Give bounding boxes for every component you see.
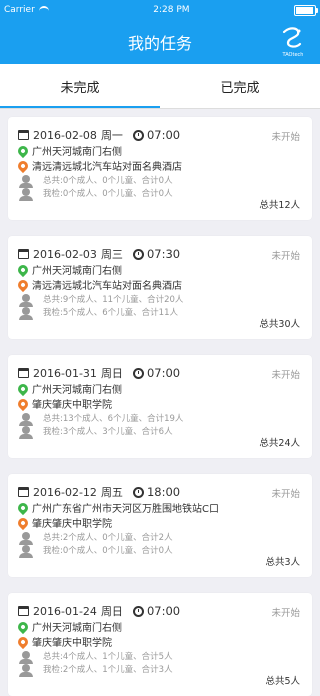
clock-icon [132, 367, 144, 379]
destination-location: 清远清远城北汽车站对面名典酒店 [32, 162, 182, 173]
people-icon [19, 175, 33, 201]
clock-icon [132, 248, 144, 260]
destination-location: 肇庆肇庆中职学院 [32, 400, 112, 411]
task-date: 2016-01-24 [33, 604, 97, 618]
status-badge: 未开始 [271, 489, 300, 500]
pickup-location-icon [15, 381, 31, 396]
destination-location-icon [15, 396, 31, 411]
task-card[interactable]: 2016-01-31 周日 07:00 未开始 广州天河城南门右侧 肇庆肇庆中职… [8, 355, 312, 458]
task-time: 18:00 [146, 485, 181, 499]
clock-icon [132, 486, 144, 498]
pickup-location-icon [15, 143, 31, 158]
battery-icon [293, 4, 318, 16]
calendar-icon [18, 130, 29, 140]
pickup-location-icon [15, 500, 31, 515]
status-badge: 未开始 [271, 251, 300, 262]
total-count-line: 总共:4个成人、1个儿童、合计5人 [43, 652, 173, 662]
tab-completed[interactable]: 已完成 [160, 64, 320, 108]
tab-incomplete[interactable]: 未完成 [0, 64, 160, 108]
task-date: 2016-02-03 [33, 247, 97, 261]
task-card[interactable]: 2016-02-08 周一 07:00 未开始 广州天河城南门右侧 清远清远城北… [8, 117, 312, 220]
destination-location-icon [15, 158, 31, 173]
task-date: 2016-01-31 [33, 366, 97, 380]
task-weekday: 周三 [100, 248, 123, 261]
page-title: 我的任务 [127, 34, 192, 53]
total-people: 总共3人 [265, 557, 300, 568]
clock-icon [132, 605, 144, 617]
total-count-line: 总共:9个成人、11个儿童、合计20人 [43, 295, 184, 305]
task-card[interactable]: 2016-01-24 周日 07:00 未开始 广州天河城南门右侧 肇庆肇庆中职… [8, 593, 312, 696]
carrier-label: Carrier [4, 5, 35, 15]
task-time: 07:00 [146, 366, 181, 380]
people-icon [19, 651, 33, 677]
task-card[interactable]: 2016-02-03 周三 07:30 未开始 广州天河城南门右侧 清远清远城北… [8, 236, 312, 339]
logo-icon[interactable]: TAOtech [278, 26, 308, 58]
calendar-icon [18, 606, 29, 616]
task-weekday: 周五 [100, 486, 123, 499]
pickup-location: 广州天河城南门右侧 [32, 385, 122, 396]
task-tabs: 未完成 已完成 [0, 64, 320, 109]
total-people: 总共12人 [259, 200, 300, 211]
destination-location-icon [15, 277, 31, 292]
destination-location: 清远清远城北汽车站对面名典酒店 [32, 281, 182, 292]
total-people: 总共5人 [265, 676, 300, 687]
total-people: 总共30人 [259, 319, 300, 330]
pickup-location: 广州天河城南门右侧 [32, 147, 122, 158]
status-badge: 未开始 [271, 370, 300, 381]
task-card[interactable]: 2016-02-12 周五 18:00 未开始 广州广东省广州市天河区万胜围地铁… [8, 474, 312, 577]
total-count-line: 总共:0个成人、0个儿童、合计0人 [43, 176, 173, 186]
pickup-location-icon [15, 262, 31, 277]
task-time: 07:00 [146, 128, 181, 142]
wifi-icon [38, 5, 49, 15]
task-list: 2016-02-08 周一 07:00 未开始 广州天河城南门右侧 清远清远城北… [0, 109, 320, 696]
task-weekday: 周一 [100, 129, 123, 142]
total-people: 总共24人 [259, 438, 300, 449]
checked-count-line: 我检:0个成人、0个儿童、合计0人 [43, 189, 173, 199]
task-weekday: 周日 [100, 605, 123, 618]
pickup-location: 广州天河城南门右侧 [32, 266, 122, 277]
task-date: 2016-02-08 [33, 128, 97, 142]
pickup-location: 广州广东省广州市天河区万胜围地铁站C口 [32, 504, 219, 515]
logo-text: TAOtech [282, 52, 304, 58]
task-weekday: 周日 [100, 367, 123, 380]
status-badge: 未开始 [271, 132, 300, 143]
pickup-location: 广州天河城南门右侧 [32, 623, 122, 634]
checked-count-line: 我检:3个成人、3个儿童、合计6人 [43, 427, 173, 437]
destination-location-icon [15, 515, 31, 530]
total-count-line: 总共:2个成人、0个儿童、合计2人 [43, 533, 173, 543]
calendar-icon [18, 368, 29, 378]
people-icon [19, 413, 33, 439]
clock-icon [132, 129, 144, 141]
calendar-icon [18, 249, 29, 259]
task-time: 07:00 [146, 604, 181, 618]
calendar-icon [18, 487, 29, 497]
task-date: 2016-02-12 [33, 485, 97, 499]
status-bar: Carrier 2:28 PM [0, 0, 320, 20]
task-time: 07:30 [146, 247, 181, 261]
checked-count-line: 我检:0个成人、0个儿童、合计0人 [43, 546, 173, 556]
app-header: Carrier 2:28 PM 我的任务 TAOtech [0, 0, 320, 64]
pickup-location-icon [15, 619, 31, 634]
people-icon [19, 532, 33, 558]
destination-location: 肇庆肇庆中职学院 [32, 638, 112, 649]
destination-location: 肇庆肇庆中职学院 [32, 519, 112, 530]
destination-location-icon [15, 634, 31, 649]
checked-count-line: 我检:2个成人、1个儿童、合计3人 [43, 665, 173, 675]
people-icon [19, 294, 33, 320]
status-badge: 未开始 [271, 608, 300, 619]
status-time: 2:28 PM [153, 5, 190, 15]
checked-count-line: 我检:5个成人、6个儿童、合计11人 [43, 308, 178, 318]
total-count-line: 总共:13个成人、6个儿童、合计19人 [43, 414, 184, 424]
